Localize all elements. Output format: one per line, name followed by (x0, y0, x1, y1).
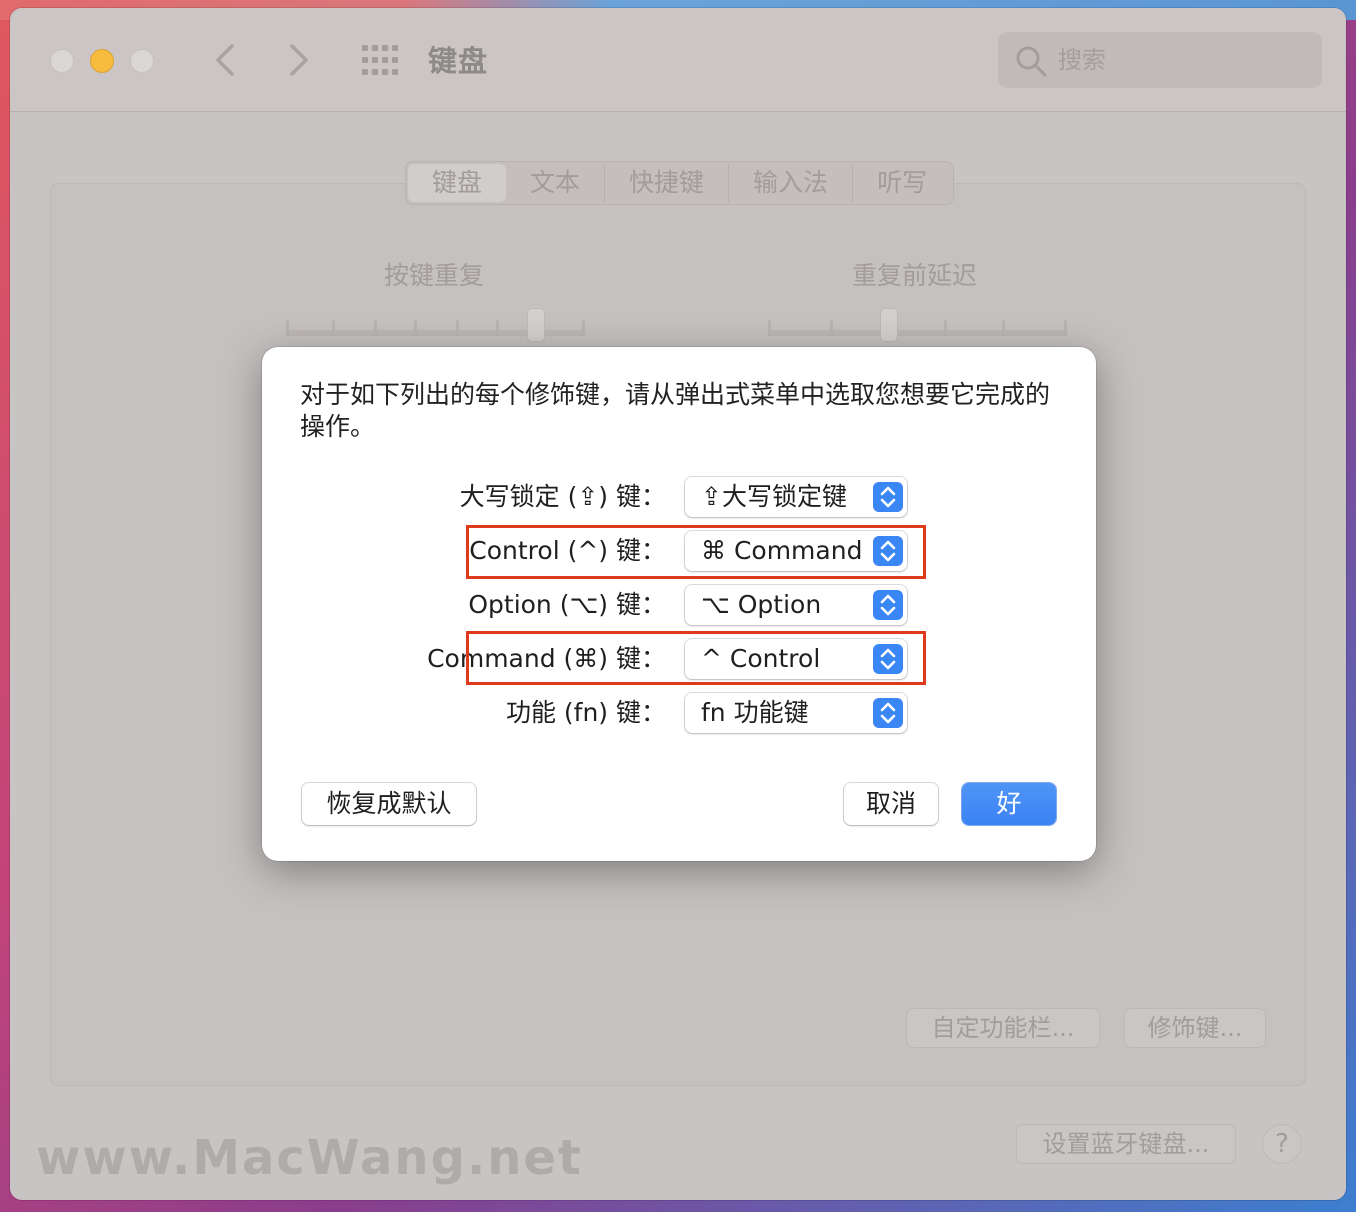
slider-tick (768, 320, 771, 336)
caps-lock-action-popup[interactable]: ⇪大写锁定键 (685, 477, 907, 517)
modifier-row-caps-lock: 大写锁定 (⇪) 键： ⇪大写锁定键 (262, 475, 1096, 519)
function-key-label: 功能 (fn) 键： (505, 698, 666, 727)
slider-tick (332, 320, 335, 336)
modifier-row-function: 功能 (fn) 键： fn 功能键 (262, 691, 1096, 735)
tab-keyboard[interactable]: 键盘 (408, 164, 507, 202)
dialog-message: 对于如下列出的每个修饰键，请从弹出式菜单中选取您想要它完成的操作。 (300, 380, 1051, 441)
tab-bar: 键盘 文本 快捷键 输入法 听写 (405, 161, 955, 205)
modifier-keys-dialog: 对于如下列出的每个修饰键，请从弹出式菜单中选取您想要它完成的操作。 大写锁定 (… (262, 347, 1096, 861)
ok-button[interactable]: 好 (962, 783, 1056, 825)
slider-tick (496, 320, 499, 336)
show-all-grid-icon[interactable] (360, 43, 400, 77)
slider-tick (414, 320, 417, 336)
chevron-left-icon[interactable] (206, 38, 246, 82)
slider-tick (582, 320, 585, 336)
help-button[interactable]: ? (1262, 1124, 1302, 1164)
modifier-keys-button[interactable]: 修饰键... (1124, 1008, 1266, 1048)
customize-touchbar-button[interactable]: 自定功能栏... (906, 1008, 1100, 1048)
repeat-delay-label: 重复前延迟 (852, 261, 978, 290)
key-repeat-label: 按键重复 (384, 261, 485, 290)
popup-selected-value: ⌥ Option (701, 590, 822, 619)
tab-input-sources[interactable]: 输入法 (729, 164, 854, 202)
repeat-delay-slider[interactable] (768, 330, 1068, 336)
slider-tick (1064, 320, 1067, 336)
search-input[interactable] (1058, 42, 1298, 78)
tab-dictation[interactable]: 听写 (853, 164, 951, 202)
slider-tick (944, 320, 947, 336)
chevron-up-down-icon (873, 590, 903, 620)
titlebar: 键盘 (10, 8, 1346, 112)
search-icon (1016, 46, 1047, 77)
function-action-popup[interactable]: fn 功能键 (685, 693, 907, 733)
chevron-right-icon[interactable] (278, 38, 318, 82)
slider-tick (830, 320, 833, 336)
chevron-up-down-icon (873, 698, 903, 728)
watermark: www.MacWang.net (36, 1130, 583, 1186)
slider-tick (1002, 320, 1005, 336)
key-repeat-slider-knob[interactable] (527, 308, 545, 342)
slider-tick (286, 320, 289, 336)
tab-shortcuts[interactable]: 快捷键 (605, 164, 730, 202)
window-title: 键盘 (428, 44, 489, 78)
tab-text[interactable]: 文本 (506, 164, 606, 202)
popup-selected-value: ⇪大写锁定键 (701, 482, 847, 511)
caps-lock-key-label: 大写锁定 (⇪) 键： (459, 482, 666, 511)
minimize-window-button[interactable] (90, 49, 114, 73)
search-field[interactable] (998, 32, 1322, 88)
slider-tick (374, 320, 377, 336)
modifier-row-option: Option (⌥) 键： ⌥ Option (262, 583, 1096, 627)
option-action-popup[interactable]: ⌥ Option (685, 585, 907, 625)
chevron-up-down-icon (873, 482, 903, 512)
restore-defaults-button[interactable]: 恢复成默认 (302, 783, 476, 825)
option-key-label: Option (⌥) 键： (468, 590, 666, 619)
annotation-highlight-command-row (466, 631, 926, 685)
zoom-window-button[interactable] (130, 49, 154, 73)
popup-selected-value: fn 功能键 (701, 698, 809, 727)
setup-bluetooth-keyboard-button[interactable]: 设置蓝牙键盘... (1016, 1124, 1236, 1164)
annotation-highlight-control-row (466, 525, 926, 579)
slider-tick (456, 320, 459, 336)
repeat-delay-slider-knob[interactable] (880, 308, 898, 342)
close-window-button[interactable] (50, 49, 74, 73)
cancel-button[interactable]: 取消 (844, 783, 938, 825)
